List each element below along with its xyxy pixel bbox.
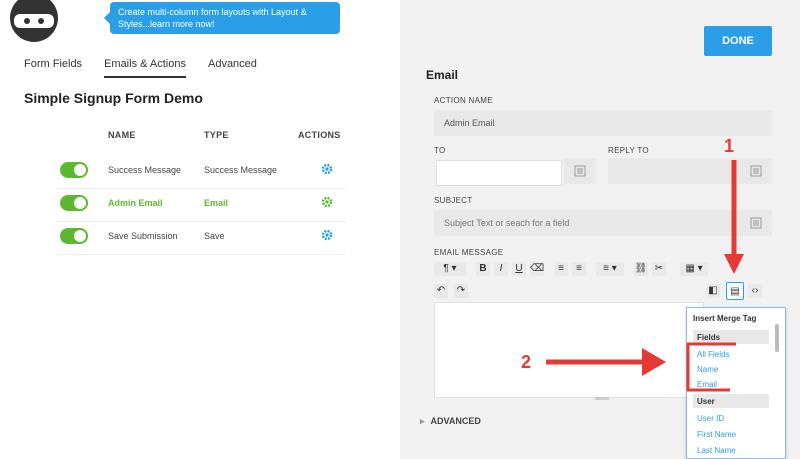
- action-name-input[interactable]: Admin Email: [434, 110, 772, 136]
- tab-advanced[interactable]: Advanced: [208, 58, 257, 78]
- done-button[interactable]: DONE: [704, 26, 772, 56]
- email-message-label: EMAIL MESSAGE: [434, 248, 504, 257]
- merge-tag-item[interactable]: First Name: [697, 430, 736, 439]
- action-name: Save Submission: [108, 231, 178, 241]
- merge-tag-item[interactable]: All Fields: [697, 350, 729, 359]
- ordered-list-icon[interactable]: ≡: [554, 262, 568, 276]
- column-header-name: NAME: [108, 130, 136, 140]
- action-type: Success Message: [204, 165, 278, 175]
- tab-emails-actions[interactable]: Emails & Actions: [104, 58, 186, 78]
- ninja-logo-icon: [10, 0, 58, 42]
- merge-tag-icon[interactable]: [750, 217, 762, 229]
- merge-tag-group-fields: Fields: [693, 330, 769, 344]
- redo-icon[interactable]: ↷: [454, 284, 468, 298]
- action-toggle[interactable]: [60, 195, 88, 211]
- merge-tag-item[interactable]: Last Name: [697, 446, 736, 455]
- email-message-editor[interactable]: [434, 302, 704, 398]
- action-toggle[interactable]: [60, 162, 88, 178]
- to-label: TO: [434, 146, 446, 155]
- merge-tag-icon: [574, 165, 586, 177]
- media-icon[interactable]: ◧: [706, 284, 720, 298]
- merge-tag-icon[interactable]: [750, 165, 762, 177]
- gear-icon[interactable]: [321, 196, 333, 208]
- italic-button[interactable]: I: [494, 262, 508, 276]
- bold-button[interactable]: B: [476, 262, 490, 276]
- caret-right-icon: ▸: [420, 416, 425, 426]
- advanced-toggle[interactable]: ▸ ADVANCED: [420, 416, 481, 427]
- table-row[interactable]: Admin Email Email: [56, 189, 346, 222]
- paragraph-format-dropdown[interactable]: ¶ ▾: [434, 262, 466, 276]
- table-row[interactable]: Save Submission Save: [56, 222, 346, 255]
- page-title: Simple Signup Form Demo: [24, 90, 203, 106]
- column-header-actions: ACTIONS: [298, 130, 341, 140]
- underline-button[interactable]: U: [512, 262, 526, 276]
- form-builder-panel: Create multi-column form layouts with La…: [0, 0, 400, 459]
- merge-tag-group-user: User: [693, 394, 769, 408]
- reply-to-label: REPLY TO: [608, 146, 649, 155]
- section-title: Email: [426, 68, 459, 82]
- subject-input[interactable]: Subject Text or seach for a field: [434, 210, 772, 236]
- editor-resize-handle[interactable]: [595, 397, 609, 400]
- code-view-icon[interactable]: ‹›: [748, 284, 762, 298]
- promo-tooltip[interactable]: Create multi-column form layouts with La…: [104, 2, 340, 34]
- unordered-list-icon[interactable]: ≡: [572, 262, 586, 276]
- to-input[interactable]: [436, 160, 562, 186]
- merge-tag-scrollbar[interactable]: [775, 324, 779, 352]
- action-type: Save: [204, 231, 225, 241]
- subject-label: SUBJECT: [434, 196, 473, 205]
- column-header-type: TYPE: [204, 130, 229, 140]
- editor-toolbar: ¶ ▾ B I U ⌫ ≡ ≡ ≡ ▾ ⛓ ✂ ▦ ▾ ↶ ↷ ◧ ▤ ‹›: [434, 262, 774, 300]
- action-name: Admin Email: [108, 198, 163, 208]
- gear-icon[interactable]: [321, 163, 333, 175]
- merge-tag-item[interactable]: User ID: [697, 414, 724, 423]
- merge-tag-item[interactable]: Name: [697, 365, 718, 374]
- undo-icon[interactable]: ↶: [434, 284, 448, 298]
- link-icon[interactable]: ⛓: [634, 262, 648, 276]
- action-toggle[interactable]: [60, 228, 88, 244]
- table-dropdown[interactable]: ▦ ▾: [680, 262, 708, 276]
- action-name-label: ACTION NAME: [434, 96, 493, 105]
- eraser-icon[interactable]: ⌫: [530, 262, 544, 276]
- merge-tag-icon[interactable]: ▤: [726, 282, 744, 300]
- action-name: Success Message: [108, 165, 182, 175]
- table-row[interactable]: Success Message Success Message: [56, 156, 346, 189]
- advanced-label: ADVANCED: [430, 416, 481, 426]
- merge-tag-title: Insert Merge Tag: [693, 314, 757, 323]
- merge-tag-dropdown: Insert Merge Tag Fields All Fields Name …: [686, 307, 786, 459]
- gear-icon[interactable]: [321, 229, 333, 241]
- promo-text: Create multi-column form layouts with La…: [118, 7, 307, 29]
- reply-to-input[interactable]: [608, 158, 772, 184]
- builder-tabs: Form Fields Emails & Actions Advanced: [24, 58, 257, 78]
- unlink-icon[interactable]: ✂: [652, 262, 666, 276]
- tab-form-fields[interactable]: Form Fields: [24, 58, 82, 78]
- merge-tag-item[interactable]: Email: [697, 380, 717, 389]
- align-dropdown[interactable]: ≡ ▾: [596, 262, 624, 276]
- action-type: Email: [204, 198, 229, 208]
